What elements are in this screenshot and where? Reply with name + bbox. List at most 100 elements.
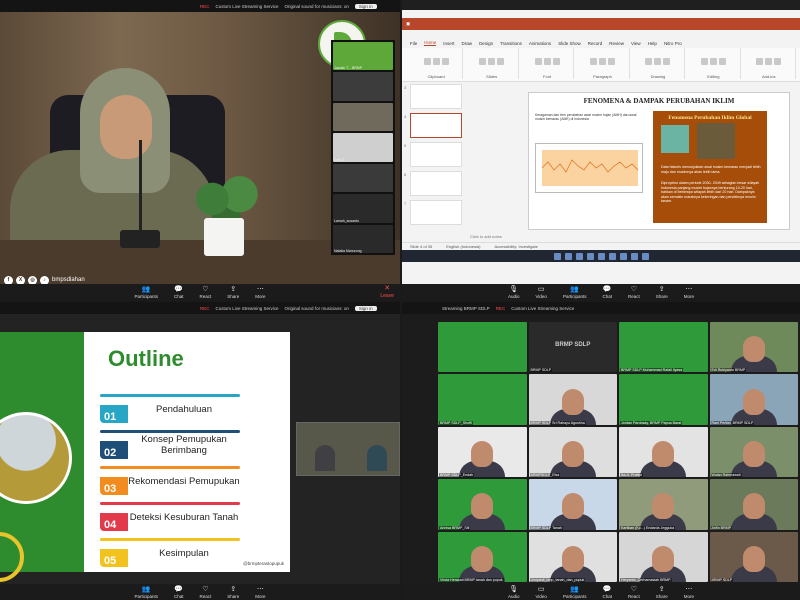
ribbon-button-icon[interactable]	[432, 57, 440, 65]
participant-tile[interactable]: BRMP SDLP Tanah	[528, 479, 617, 530]
participant-tile[interactable]: BRMP SDLP_Shoffi	[438, 374, 527, 425]
ribbon-icons[interactable]	[687, 48, 739, 74]
search-icon[interactable]	[564, 252, 572, 260]
share-button[interactable]: ⇪ Share	[656, 586, 668, 599]
audio-button[interactable]: 🎙 Audio	[508, 586, 520, 599]
participant-tile[interactable]: Annisa BRMP_Siti	[438, 479, 527, 530]
notes-pane[interactable]: Click to add notes	[470, 234, 502, 239]
menu-tab-file[interactable]: File	[410, 41, 417, 46]
gallery-tile[interactable]	[333, 163, 393, 193]
menu-tab-draw[interactable]: Draw	[462, 41, 473, 46]
participant-tile[interactable]: BRMP SDLP_Endah	[438, 426, 527, 478]
menu-tab-nitro-pro[interactable]: Nitro Pro	[664, 41, 682, 46]
share-button[interactable]: ⇪ Share	[656, 286, 668, 299]
slide-thumbnail[interactable]: 7	[404, 200, 462, 225]
ribbon-icons[interactable]	[576, 48, 628, 74]
app-icon[interactable]	[608, 252, 616, 260]
audio-button[interactable]: 🎙 Audio	[508, 286, 520, 299]
menu-tab-animations[interactable]: Animations	[529, 41, 551, 46]
ribbon-button-icon[interactable]	[441, 57, 449, 65]
slide-thumbnail[interactable]: 5	[404, 142, 462, 167]
menu-tab-transitions[interactable]: Transitions	[500, 41, 522, 46]
participant-tile[interactable]: BRMP SDLP	[709, 531, 798, 582]
app-icon[interactable]	[641, 252, 649, 260]
participants-button[interactable]: 👥 Participants	[134, 586, 158, 599]
app-icon[interactable]	[586, 252, 594, 260]
signin-button[interactable]: Sign in	[354, 3, 377, 9]
ribbon-button-icon[interactable]	[718, 57, 726, 65]
ribbon-icons[interactable]	[743, 48, 795, 74]
slide-thumbnail[interactable]: 4	[404, 113, 462, 138]
ribbon-icons[interactable]	[521, 48, 573, 74]
participant-tile[interactable]: Vinda Herasati BRMP tanah dan pupuk	[438, 531, 527, 582]
menu-tab-design[interactable]: Design	[479, 41, 493, 46]
participant-tile[interactable]: BRMPSDLP_Elsa	[528, 426, 617, 478]
ribbon-button-icon[interactable]	[543, 57, 551, 65]
participant-tile[interactable]: BRMP SDLP Sri Rahayu Agustina	[528, 374, 617, 425]
ribbon-button-icon[interactable]	[700, 57, 708, 65]
menu-tab-slide-show[interactable]: Slide Show	[558, 41, 581, 46]
menu-tab-view[interactable]: View	[631, 41, 641, 46]
ribbon-button-icon[interactable]	[765, 57, 773, 65]
ribbon-button-icon[interactable]	[607, 57, 615, 65]
gallery-tile[interactable]: Jasdah T. - BRMP	[333, 42, 393, 71]
chat-button[interactable]: 💬 Chat	[602, 286, 612, 299]
participants-button[interactable]: 👥 Participants	[134, 286, 158, 299]
menu-tab-insert[interactable]: Insert	[443, 41, 454, 46]
ribbon-button-icon[interactable]	[589, 57, 597, 65]
start-icon[interactable]	[553, 252, 561, 260]
ribbon-button-icon[interactable]	[663, 57, 671, 65]
more-button[interactable]: ⋯ More	[255, 586, 265, 599]
react-button[interactable]: ♡ React	[199, 586, 211, 599]
ribbon-button-icon[interactable]	[423, 57, 431, 65]
chat-button[interactable]: 💬 Chat	[602, 586, 612, 599]
video-button[interactable]: ▭ Video	[536, 586, 547, 599]
ribbon-icons[interactable]	[410, 48, 462, 74]
participant-tile[interactable]: Rani Pertiwi, BRMP SDLP	[709, 374, 798, 425]
react-button[interactable]: ♡ React	[199, 286, 211, 299]
menu-tab-review[interactable]: Review	[609, 41, 624, 46]
participant-tile[interactable]: Jordan Pardosay, BRMP Papua Barat	[619, 374, 708, 425]
participant-tile[interactable]: Umiyanti_bmp_tanah_dan_pupuk	[528, 531, 617, 582]
app-icon[interactable]	[575, 252, 583, 260]
slide-thumbnail[interactable]: 3	[404, 84, 462, 109]
gallery-tile[interactable]: Lamah_susanto	[333, 194, 393, 223]
status-accessibility[interactable]: Accessibility: Investigate	[495, 244, 538, 249]
ribbon-icons[interactable]	[632, 48, 684, 74]
participant-tile[interactable]: Edi Rubiyanto BRMP	[709, 322, 798, 373]
gallery-tile[interactable]: Dalil S.	[333, 133, 393, 162]
app-icon[interactable]	[597, 252, 605, 260]
more-button[interactable]: ⋯ More	[684, 286, 694, 299]
react-button[interactable]: ♡ React	[628, 286, 640, 299]
ribbon-button-icon[interactable]	[534, 57, 542, 65]
participant-tile[interactable]: BRMP SDLP Muhammad Rafail Ilyasa	[619, 322, 708, 373]
participant-tile[interactable]: Kartikan (Ku...) Endarda Jegguka	[619, 479, 708, 530]
ribbon-button-icon[interactable]	[709, 57, 717, 65]
gallery-tile[interactable]: Natalia Manurung	[333, 224, 393, 253]
ribbon-button-icon[interactable]	[645, 57, 653, 65]
share-button[interactable]: ⇪ Share	[227, 586, 239, 599]
participants-button[interactable]: 👥 Participants	[563, 286, 587, 299]
participant-tile[interactable]: Heryanto_Cerhamastah BRMP	[619, 531, 708, 582]
ribbon-button-icon[interactable]	[479, 57, 487, 65]
ribbon-icons[interactable]	[465, 48, 517, 74]
menu-tab-home[interactable]: Home	[424, 40, 437, 46]
ribbon-button-icon[interactable]	[598, 57, 606, 65]
menu-tab-help[interactable]: Help	[648, 41, 657, 46]
ribbon-button-icon[interactable]	[488, 57, 496, 65]
more-button[interactable]: ⋯ More	[255, 286, 265, 299]
signin-button[interactable]: Sign in	[354, 305, 377, 311]
chat-button[interactable]: 💬 Chat	[174, 286, 184, 299]
participants-button[interactable]: 👥 Participants	[563, 586, 587, 599]
slide-thumbnail[interactable]: 6	[404, 171, 462, 196]
ribbon-button-icon[interactable]	[497, 57, 505, 65]
more-button[interactable]: ⋯ More	[684, 586, 694, 599]
gallery-tile[interactable]	[333, 72, 393, 101]
participant-tile[interactable]	[438, 322, 527, 373]
ribbon-button-icon[interactable]	[552, 57, 560, 65]
gallery-tile[interactable]	[333, 102, 393, 132]
menu-tab-record[interactable]: Record	[588, 41, 603, 46]
video-button[interactable]: ▭ Video	[536, 286, 547, 299]
participant-tile[interactable]: Ika A. Pratiwi	[619, 426, 708, 478]
ribbon-button-icon[interactable]	[756, 57, 764, 65]
